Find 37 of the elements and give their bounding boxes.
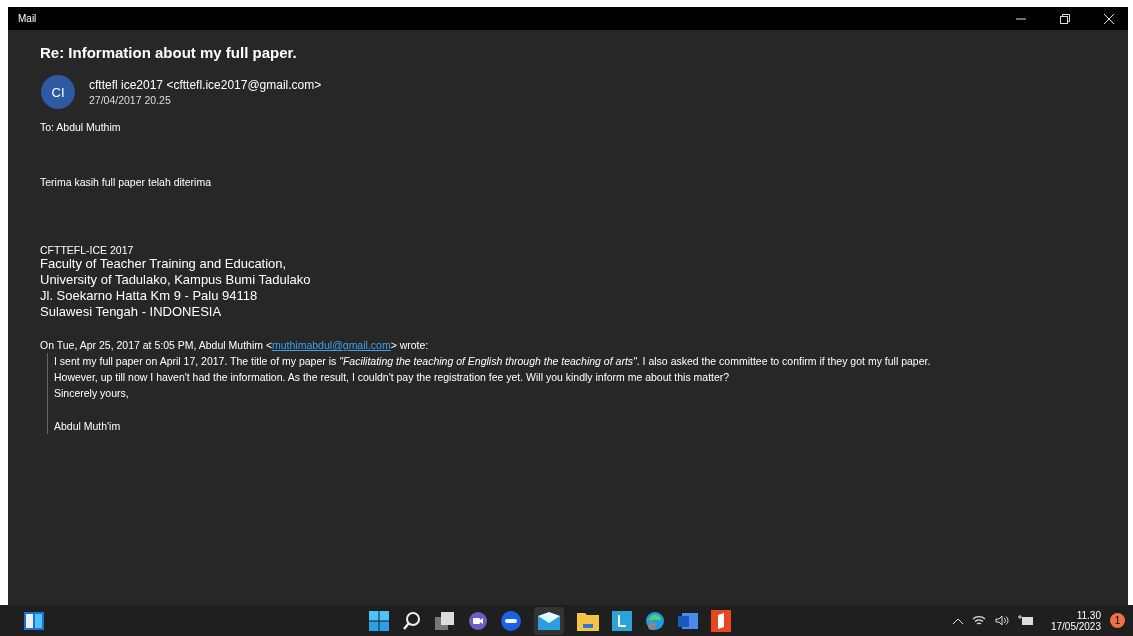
signature-line: Sulawesi Tengah - INDONESIA: [40, 304, 223, 320]
avatar: CI: [41, 75, 75, 109]
clock-date[interactable]: 17/05/2023: [1050, 620, 1101, 632]
signature-title: CFTTEFL-ICE 2017: [40, 244, 135, 256]
quote-line: However, up till now I haven't had the information. As the result, I couldn't pay the registration fee yet. Will you kindly inform me about this matter?: [54, 370, 731, 385]
folder-icon[interactable]: [577, 610, 599, 631]
start-icon[interactable]: [369, 610, 389, 631]
app-tile-icon[interactable]: [612, 610, 632, 631]
battery-icon[interactable]: [1017, 615, 1034, 626]
document-app-icon[interactable]: [711, 609, 731, 632]
sent-date: 27/04/2017 20.25: [89, 94, 172, 106]
search-icon[interactable]: [402, 610, 422, 631]
window-title: Mail: [18, 13, 37, 24]
email-subject: Re: Information about my full paper.: [40, 44, 298, 61]
envelope-icon: [538, 611, 560, 630]
restore-icon[interactable]: [1060, 13, 1070, 24]
quote-line: Sincerely yours,: [54, 386, 130, 401]
quote-line: I sent my full paper on April 17, 2017. The title of my paper is "Facilitating the teaching of English through the teaching of arts". I also asked the committee to confirm if they got my full paper.: [54, 354, 932, 369]
close-icon[interactable]: [1104, 13, 1114, 24]
widgets-icon[interactable]: [24, 611, 44, 630]
recipient-line: To: Abdul Muthim: [40, 121, 122, 133]
signature-line: University of Tadulako, Kampus Bumi Tadulako: [40, 272, 312, 288]
signature-line: Jl. Soekarno Hatta Km 9 - Palu 94118: [40, 288, 259, 304]
notification-badge[interactable]: 1: [1110, 613, 1125, 628]
task-view-icon[interactable]: [435, 610, 455, 631]
quote-signoff: Abdul Muth'im: [54, 419, 122, 434]
email-link[interactable]: muthimabdul@gmail.com: [272, 339, 391, 351]
speaker-icon[interactable]: [994, 615, 1009, 626]
quote-header: On Tue, Apr 25, 2017 at 5:05 PM, Abdul Muthim <muthimabdul@gmail.com> wrote:: [40, 339, 430, 351]
message-body: Terima kasih full paper telah diterima: [40, 176, 212, 188]
chevron-up-icon[interactable]: [952, 617, 963, 624]
clock-time[interactable]: 11.30: [1076, 609, 1101, 621]
signature-line: Faculty of Teacher Training and Education,: [40, 256, 288, 272]
wifi-icon[interactable]: [971, 615, 986, 626]
video-chat-icon[interactable]: [468, 610, 488, 631]
taskbar-app-button[interactable]: [534, 606, 564, 635]
sender-name: cfttefl ice2017 <cfttefl.ice2017@gmail.com>: [89, 78, 322, 92]
